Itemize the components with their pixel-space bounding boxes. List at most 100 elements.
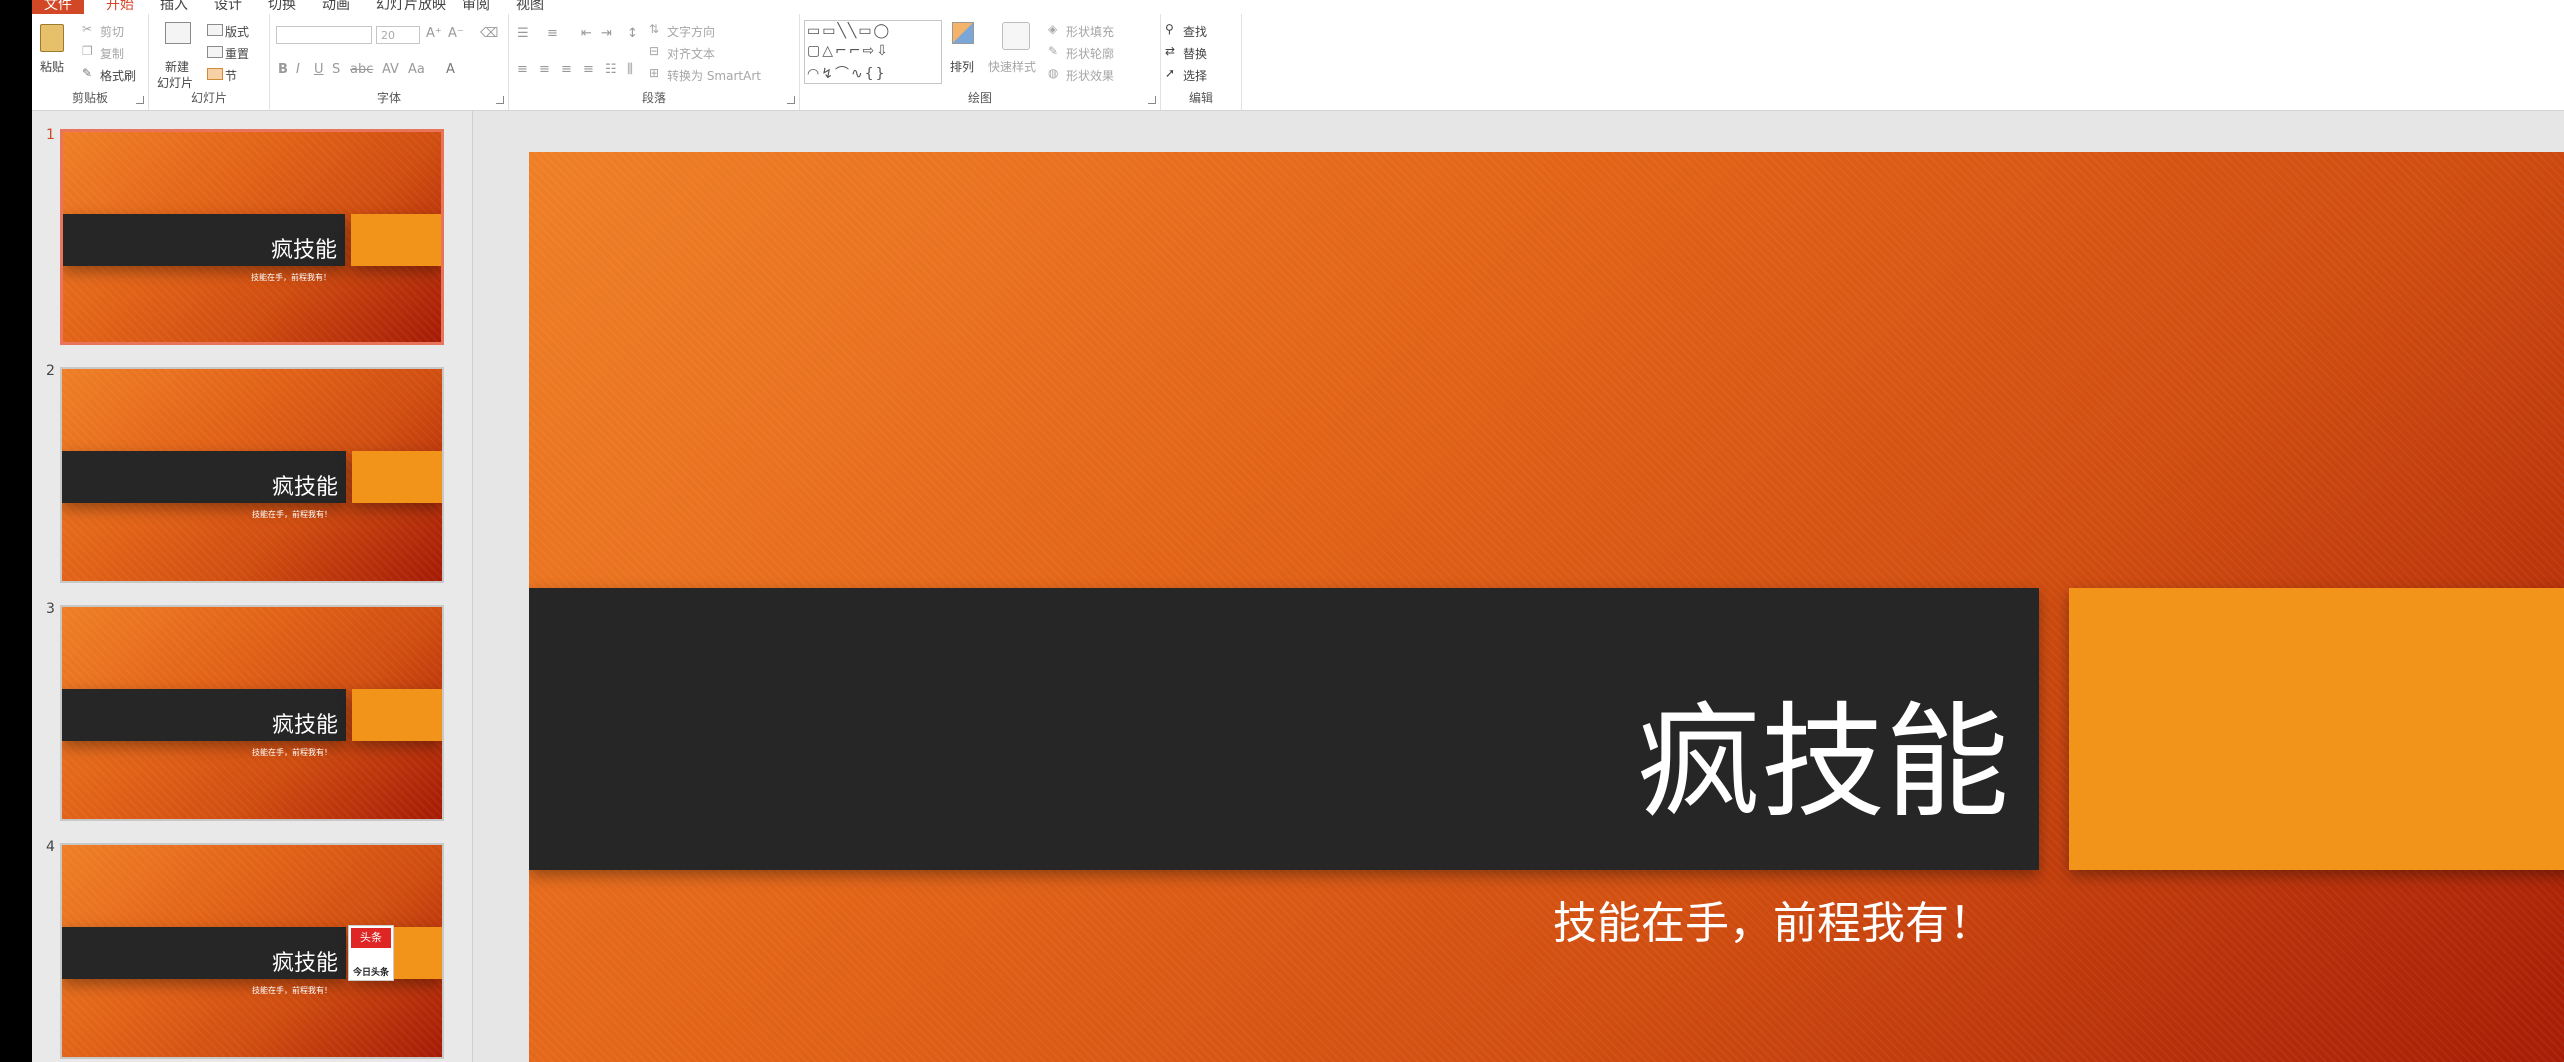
quick-styles-label: 快速样式 xyxy=(988,60,1037,74)
justify-icon[interactable]: ≡ xyxy=(583,62,594,77)
drawing-launcher-icon[interactable] xyxy=(1148,96,1156,104)
slide-subtitle[interactable]: 技能在手，前程我有！ xyxy=(1553,896,1993,952)
thumbnail-subtitle: 技能在手，前程我有！ xyxy=(251,273,331,282)
thumbnail-number: 1 xyxy=(46,127,55,143)
group-label-slides: 幻灯片 xyxy=(190,91,227,105)
quick-styles-button[interactable]: 快速样式 xyxy=(988,20,1044,90)
numbering-icon[interactable]: ≡ xyxy=(547,26,558,41)
thumbnail-number: 3 xyxy=(46,601,55,617)
strikethrough-icon[interactable]: abc xyxy=(350,62,373,77)
tab-transitions[interactable]: 切换 xyxy=(268,0,296,14)
slide-thumbnail-2[interactable]: 疯技能 技能在手，前程我有！ xyxy=(60,367,444,583)
italic-icon[interactable]: I xyxy=(296,62,300,77)
group-label-clipboard: 剪贴板 xyxy=(71,91,108,105)
clear-format-icon[interactable]: ⌫ xyxy=(480,26,498,41)
find-label: 查找 xyxy=(1183,25,1208,39)
section-button[interactable]: 节 xyxy=(207,66,267,84)
bullets-icon[interactable]: ☰ xyxy=(517,26,529,41)
slide-thumbnail-4[interactable]: 疯技能 技能在手，前程我有！ 头条 今日头条 xyxy=(60,843,444,1059)
align-text-button[interactable]: ⊟ 对齐文本 xyxy=(649,44,797,62)
group-slides: 新建 幻灯片 版式 重置 节 幻灯片 xyxy=(149,14,270,110)
align-text-icon: ⊟ xyxy=(649,44,660,58)
tab-home[interactable]: 开始 xyxy=(106,0,134,14)
smartart-icon: ⊞ xyxy=(649,66,660,80)
tab-file[interactable]: 文件 xyxy=(32,0,84,14)
shape-fill-button[interactable]: ◈ 形状填充 xyxy=(1048,22,1158,40)
font-name-combo[interactable] xyxy=(276,26,372,44)
tab-review[interactable]: 审阅 xyxy=(462,0,490,14)
shadow-icon[interactable]: S xyxy=(332,62,340,77)
slide-thumbnail-3[interactable]: 疯技能 技能在手，前程我有！ xyxy=(60,605,444,821)
thumbnail-number: 4 xyxy=(46,839,55,855)
cursor-icon: ➚ xyxy=(1165,66,1176,80)
text-direction-button[interactable]: ⇅ 文字方向 xyxy=(649,22,797,40)
new-slide-button[interactable]: 新建 幻灯片 xyxy=(155,20,199,90)
align-center-icon[interactable]: ≡ xyxy=(539,62,550,77)
align-left-icon[interactable]: ≡ xyxy=(517,62,528,77)
powerpoint-window: 文件 开始 插入 设计 切换 动画 幻灯片放映 审阅 视图 粘贴 ✂ 剪切 ❐ … xyxy=(32,0,2564,1062)
font-launcher-icon[interactable] xyxy=(496,96,504,104)
tab-animations[interactable]: 动画 xyxy=(322,0,350,14)
arrange-icon xyxy=(952,22,974,44)
tab-slideshow[interactable]: 幻灯片放映 xyxy=(376,0,446,14)
cut-button[interactable]: ✂ 剪切 xyxy=(82,22,146,40)
tab-design[interactable]: 设计 xyxy=(214,0,242,14)
format-painter-label: 格式刷 xyxy=(100,69,137,83)
tab-view[interactable]: 视图 xyxy=(516,0,544,14)
shape-outline-button[interactable]: ✎ 形状轮廓 xyxy=(1048,44,1158,62)
paste-label: 粘贴 xyxy=(40,60,65,74)
logo-top-text: 头条 xyxy=(351,928,391,948)
columns-icon[interactable]: ⫼ xyxy=(627,62,633,77)
main-slide-canvas[interactable]: 疯技能 技能在手，前程我有！ xyxy=(529,152,2564,1062)
select-button[interactable]: ➚ 选择 xyxy=(1165,66,1239,84)
binoculars-icon: ⚲ xyxy=(1165,22,1174,36)
layout-icon xyxy=(207,24,223,36)
shape-effects-button[interactable]: ◍ 形状效果 xyxy=(1048,66,1158,84)
font-color-icon[interactable]: A xyxy=(446,62,455,77)
slide-thumbnails-pane[interactable]: 1 疯技能 技能在手，前程我有！ 2 疯技能 技能在手，前程我有！ 3 疯技能 … xyxy=(32,111,473,1062)
format-painter-button[interactable]: ✎ 格式刷 xyxy=(82,66,146,84)
group-editing: ⚲ 查找 ⇄ 替换 ➚ 选择 编辑 xyxy=(1161,14,1242,110)
line-spacing-icon[interactable]: ↕ xyxy=(627,26,638,41)
paste-icon xyxy=(40,24,64,52)
bold-icon[interactable]: B xyxy=(278,62,288,77)
copy-button[interactable]: ❐ 复制 xyxy=(82,44,146,62)
decrease-indent-icon[interactable]: ⇤ xyxy=(581,26,592,41)
char-spacing-icon[interactable]: AV xyxy=(382,62,399,77)
section-icon xyxy=(207,68,223,80)
paste-button[interactable]: 粘贴 xyxy=(40,20,66,90)
group-label-drawing: 绘图 xyxy=(967,91,992,105)
thumbnail-title: 疯技能 xyxy=(271,713,338,738)
tab-insert[interactable]: 插入 xyxy=(160,0,188,14)
shape-fill-label: 形状填充 xyxy=(1066,25,1115,39)
layout-button[interactable]: 版式 xyxy=(207,22,267,40)
replace-button[interactable]: ⇄ 替换 xyxy=(1165,44,1239,62)
slide-thumbnail-1[interactable]: 疯技能 技能在手，前程我有！ xyxy=(60,129,444,345)
replace-icon: ⇄ xyxy=(1165,44,1176,58)
reset-icon xyxy=(207,46,223,58)
align-right-icon[interactable]: ≡ xyxy=(561,62,572,77)
toutiao-logo[interactable]: 头条 今日头条 xyxy=(348,925,394,981)
ribbon: 粘贴 ✂ 剪切 ❐ 复制 ✎ 格式刷 剪贴板 新建 幻灯片 版式 重置 节 幻灯… xyxy=(32,14,2564,111)
shape-effects-label: 形状效果 xyxy=(1066,69,1115,83)
clipboard-launcher-icon[interactable] xyxy=(136,96,144,104)
slide-editor-area[interactable]: 疯技能 技能在手，前程我有！ xyxy=(473,111,2564,1062)
shapes-gallery[interactable]: ▭▭╲╲▭◯ ▢△⌐⌐⇨⇩ ◠↯⌒∿{} xyxy=(804,20,942,84)
increase-indent-icon[interactable]: ⇥ xyxy=(601,26,612,41)
find-button[interactable]: ⚲ 查找 xyxy=(1165,22,1239,40)
font-size-combo[interactable]: 20 xyxy=(376,26,420,44)
new-slide-icon xyxy=(165,22,191,44)
decrease-font-icon[interactable]: A⁻ xyxy=(448,26,464,41)
convert-smartart-button[interactable]: ⊞ 转换为 SmartArt xyxy=(649,66,797,84)
reset-button[interactable]: 重置 xyxy=(207,44,267,62)
underline-icon[interactable]: U xyxy=(314,62,324,77)
new-slide-label-line1: 新建 xyxy=(165,60,190,74)
slide-title[interactable]: 疯技能 xyxy=(1637,688,2009,838)
arrange-button[interactable]: 排列 xyxy=(948,20,982,90)
copy-icon: ❐ xyxy=(82,44,93,58)
paragraph-launcher-icon[interactable] xyxy=(787,96,795,104)
change-case-icon[interactable]: Aa xyxy=(408,62,425,77)
increase-font-icon[interactable]: A⁺ xyxy=(426,26,442,41)
copy-label: 复制 xyxy=(100,47,125,61)
distribute-icon[interactable]: ☷ xyxy=(605,62,617,77)
